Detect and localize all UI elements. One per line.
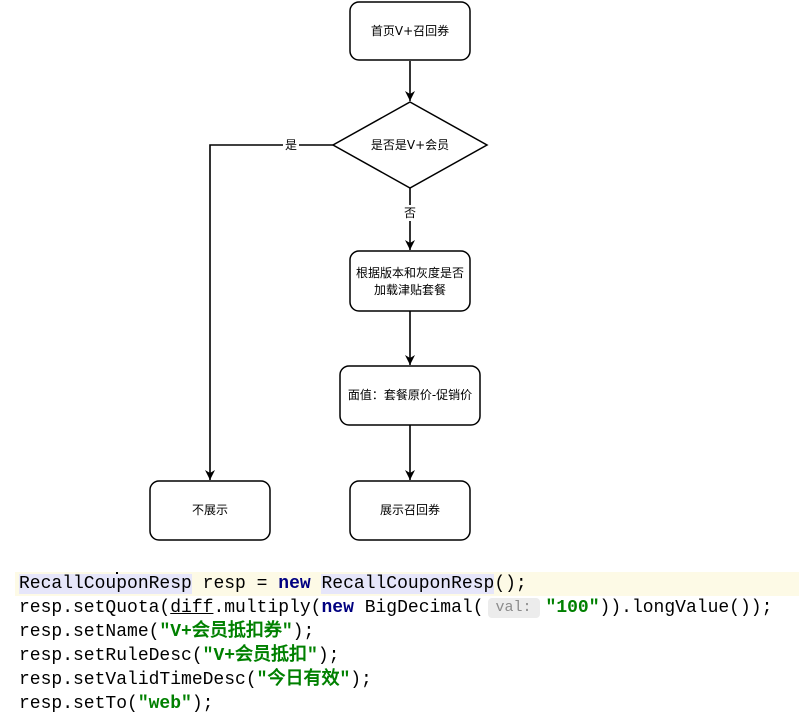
arrow-decision-yes <box>205 144 333 480</box>
code-text: BigDecimal( <box>353 598 484 618</box>
hide-node: 不展示 <box>149 480 271 541</box>
code-text: ); <box>191 694 214 714</box>
string-literal: "今日有效" <box>256 670 351 690</box>
keyword-token: new <box>321 598 354 618</box>
class-reference: RecallCouponResp <box>321 574 495 594</box>
parameter-hint: val: <box>487 598 540 618</box>
edge-label-yes-text: 是 <box>285 138 297 152</box>
code-text: (); <box>494 574 527 594</box>
code-text: resp.setRuleDesc( <box>19 646 203 666</box>
face-value-node: 面值：套餐原价-促销价 <box>339 365 481 426</box>
string-literal: "100" <box>545 598 600 618</box>
code-line[interactable]: resp.setTo("web"); <box>15 692 799 716</box>
edge-label-yes: 是 <box>283 137 299 153</box>
code-text: ); <box>350 670 372 690</box>
variable-reference: diff <box>170 598 214 618</box>
code-text: .multiply( <box>213 598 322 618</box>
edge-label-no: 否 <box>402 205 418 221</box>
code-line[interactable]: RecallCouponResp resp = new RecallCoupon… <box>15 572 799 596</box>
show-coupon-node: 展示召回券 <box>349 480 471 541</box>
edge-label-no-text: 否 <box>404 206 416 220</box>
code-text: resp.setName( <box>19 622 160 642</box>
code-line[interactable]: resp.setName("V+会员抵扣券"); <box>15 620 799 644</box>
string-literal: "V+会员抵扣券" <box>159 622 293 642</box>
allowance-check-label-line-1: 根据版本和灰度是否 <box>356 265 464 280</box>
face-value-node-label: 面值：套餐原价-促销价 <box>348 387 472 402</box>
string-literal: "V+会员抵扣" <box>202 646 318 666</box>
code-line[interactable]: resp.setQuota(diff.multiply(new BigDecim… <box>15 596 799 620</box>
class-reference: RecallCou <box>19 574 117 594</box>
keyword-token: new <box>278 574 311 594</box>
string-literal: "web" <box>137 694 192 714</box>
allowance-check-label-line-2: 加载津贴套餐 <box>374 282 446 297</box>
code-line[interactable]: resp.setValidTimeDesc("今日有效"); <box>15 668 799 692</box>
code-line[interactable]: resp.setRuleDesc("V+会员抵扣"); <box>15 644 799 668</box>
hide-node-label: 不展示 <box>192 503 228 517</box>
start-node: 首页V+召回券 <box>349 1 471 61</box>
code-text: resp.setTo( <box>19 694 138 714</box>
code-text: )).longValue()); <box>599 598 773 618</box>
flowchart: 是 否 首页V+召回券 是否是V+会员 根据版本和灰度是否 加载津贴套餐 面值：… <box>149 1 489 541</box>
decision-node: 是否是V+会员 <box>331 101 489 189</box>
class-reference: ponResp <box>116 574 192 594</box>
show-coupon-node-label: 展示召回券 <box>380 502 440 517</box>
start-node-label: 首页V+召回券 <box>371 23 449 38</box>
code-text: ); <box>317 646 340 666</box>
code-text: ); <box>292 622 315 642</box>
allowance-check-node: 根据版本和灰度是否 加载津贴套餐 <box>349 250 471 312</box>
code-text: resp.setQuota( <box>19 598 171 618</box>
code-editor[interactable]: RecallCouponResp resp = new RecallCoupon… <box>15 572 799 716</box>
code-text: resp = <box>191 574 279 594</box>
decision-node-label: 是否是V+会员 <box>371 138 449 152</box>
code-text: resp.setValidTimeDesc( <box>19 670 257 690</box>
